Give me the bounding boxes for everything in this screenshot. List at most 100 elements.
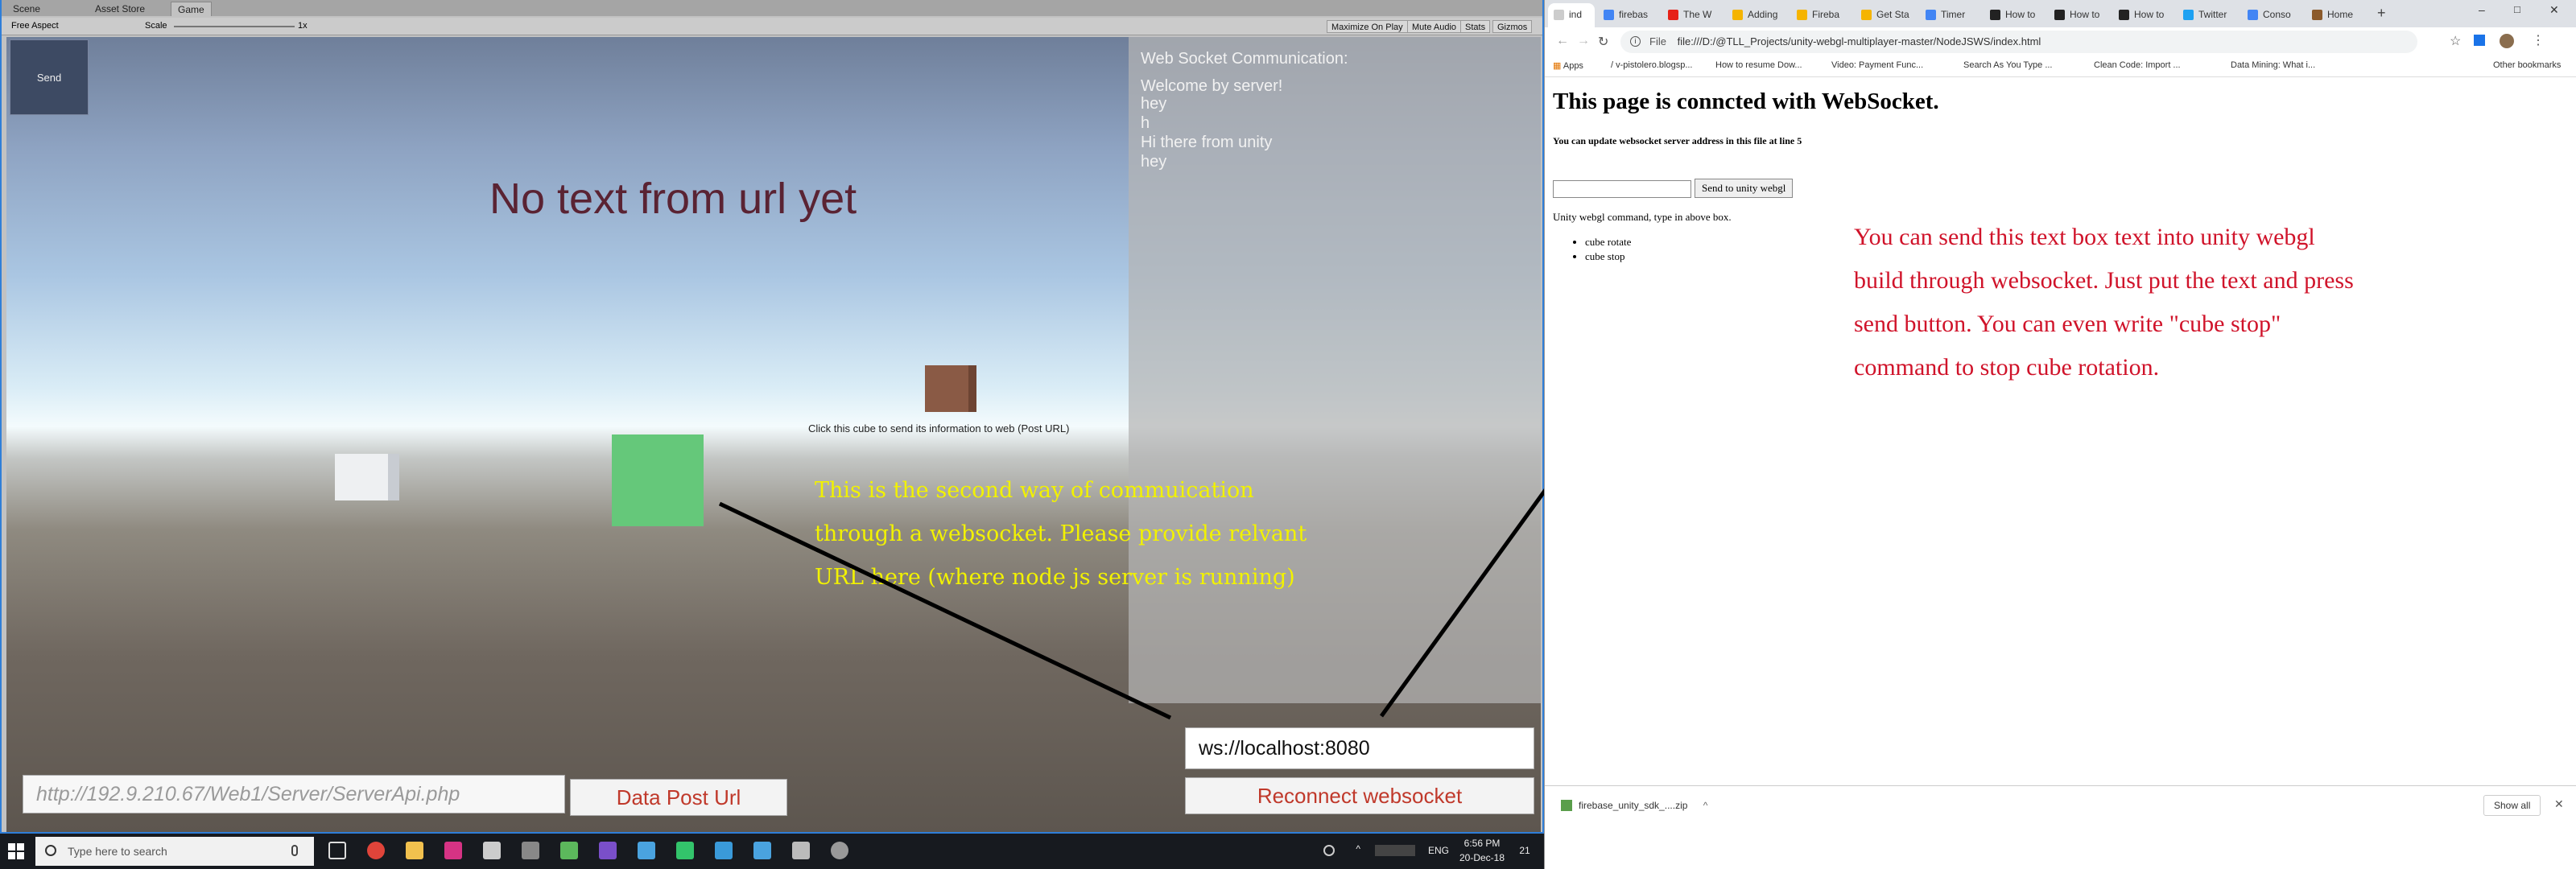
chrome-tab[interactable]: Fireba bbox=[1791, 3, 1854, 27]
mute-audio-button[interactable]: Mute Audio bbox=[1407, 20, 1462, 33]
send-to-unity-button[interactable]: Send to unity webgl bbox=[1695, 179, 1794, 198]
bookmark-label: Search As You Type ... bbox=[1963, 60, 2053, 70]
aspect-dropdown[interactable]: Free Aspect bbox=[11, 21, 59, 31]
spreadsheet-icon[interactable] bbox=[560, 842, 578, 859]
app-icon[interactable] bbox=[753, 842, 771, 859]
back-icon[interactable]: ← bbox=[1556, 34, 1569, 48]
bookmark-item[interactable]: Search As You Type ... bbox=[1963, 60, 2053, 70]
app-m-icon[interactable] bbox=[444, 842, 462, 859]
websocket-log-title: Web Socket Communication: bbox=[1141, 50, 1348, 68]
download-item[interactable]: firebase_unity_sdk_....zip ^ bbox=[1559, 796, 1707, 815]
app-icon[interactable] bbox=[676, 842, 694, 859]
maximize-on-play-button[interactable]: Maximize On Play bbox=[1327, 20, 1408, 33]
bookmark-item[interactable]: / v-pistolero.blogsp... bbox=[1611, 60, 1693, 70]
language-indicator[interactable]: ENG bbox=[1428, 845, 1449, 856]
stats-button[interactable]: Stats bbox=[1460, 20, 1491, 33]
tab-scene[interactable]: Scene bbox=[6, 2, 47, 16]
game-view-toolbar: Free Aspect Scale 1x Maximize On Play Mu… bbox=[2, 18, 1542, 35]
app-icon[interactable] bbox=[715, 842, 733, 859]
web-page-content: This page is conncted with WebSocket. Yo… bbox=[1545, 77, 2576, 785]
firebase-icon bbox=[1732, 10, 1743, 20]
tab-label: Conso bbox=[2263, 9, 2291, 20]
chrome-tab[interactable]: Timer bbox=[1920, 3, 1983, 27]
data-post-url-button[interactable]: Data Post Url bbox=[570, 779, 787, 816]
menu-icon[interactable]: ⋮ bbox=[2532, 32, 2545, 48]
bookmark-item[interactable]: Data Mining: What i... bbox=[2231, 60, 2315, 70]
scale-label: Scale bbox=[145, 21, 167, 31]
microphone-icon[interactable] bbox=[291, 845, 298, 856]
scale-slider[interactable] bbox=[174, 26, 295, 27]
message-text-box[interactable] bbox=[1553, 180, 1691, 198]
tab-game[interactable]: Game bbox=[171, 2, 212, 16]
chrome-tab[interactable]: How to bbox=[1984, 3, 2047, 27]
tab-asset-store[interactable]: Asset Store bbox=[89, 2, 151, 16]
other-bookmarks[interactable]: Other bookmarks bbox=[2493, 60, 2561, 70]
app-icon[interactable] bbox=[522, 842, 539, 859]
chevron-up-icon[interactable]: ^ bbox=[1356, 843, 1360, 855]
clock-date[interactable]: 20-Dec-18 bbox=[1457, 852, 1507, 863]
chrome-tab[interactable]: How to bbox=[2113, 3, 2176, 27]
reload-icon[interactable]: ↻ bbox=[1598, 34, 1608, 50]
profile-avatar[interactable] bbox=[2500, 34, 2514, 48]
show-all-button[interactable]: Show all bbox=[2483, 795, 2541, 816]
maximize-icon[interactable]: □ bbox=[2514, 3, 2520, 15]
new-tab-button[interactable]: + bbox=[2377, 5, 2386, 22]
visual-studio-icon[interactable] bbox=[599, 842, 617, 859]
google-icon bbox=[1604, 10, 1614, 20]
unity-taskbar-icon[interactable] bbox=[483, 842, 501, 859]
page-icon bbox=[1554, 10, 1564, 20]
annotation-red-note: build through websocket. Just put the te… bbox=[1854, 267, 2354, 294]
bookmark-apps[interactable]: ▦ Apps bbox=[1553, 60, 1583, 71]
gizmos-button[interactable]: Gizmos bbox=[1492, 20, 1533, 33]
tray-icons[interactable] bbox=[1375, 845, 1415, 856]
notification-count[interactable]: 21 bbox=[1513, 845, 1536, 856]
chrome-tab[interactable]: Get Sta bbox=[1856, 3, 1918, 27]
close-icon[interactable]: ✕ bbox=[2554, 797, 2564, 811]
extension-icon[interactable] bbox=[2474, 35, 2485, 46]
chrome-tab[interactable]: The W bbox=[1662, 3, 1725, 27]
bookmark-item[interactable]: How to resume Dow... bbox=[1715, 60, 1802, 70]
post-url-input[interactable]: http://192.9.210.67/Web1/Server/ServerAp… bbox=[23, 775, 565, 813]
chevron-up-icon[interactable]: ^ bbox=[1703, 800, 1708, 811]
chrome-taskbar-icon[interactable] bbox=[367, 842, 385, 859]
chrome-tab[interactable]: Conso bbox=[2242, 3, 2305, 27]
app-icon[interactable] bbox=[792, 842, 810, 859]
websocket-url-input[interactable]: ws://localhost:8080 bbox=[1185, 727, 1534, 769]
bookmark-item[interactable]: Video: Payment Func... bbox=[1831, 60, 1923, 70]
bookmark-label: How to resume Dow... bbox=[1715, 60, 1802, 70]
app-icon[interactable] bbox=[831, 842, 848, 859]
info-icon[interactable]: i bbox=[1630, 36, 1641, 47]
taskbar-search-box[interactable]: Type here to search bbox=[35, 837, 314, 866]
task-view-icon[interactable] bbox=[328, 842, 346, 859]
close-icon[interactable]: ✕ bbox=[2549, 3, 2559, 17]
forward-icon[interactable]: → bbox=[1577, 34, 1590, 48]
windows-start-icon[interactable] bbox=[8, 843, 24, 859]
chrome-tab[interactable]: Adding bbox=[1727, 3, 1790, 27]
file-explorer-icon[interactable] bbox=[406, 842, 423, 859]
google-icon bbox=[1926, 10, 1936, 20]
bookmark-star-icon[interactable]: ☆ bbox=[2450, 33, 2461, 49]
post-url-cube[interactable] bbox=[612, 434, 704, 526]
bookmark-item[interactable]: Clean Code: Import ... bbox=[2094, 60, 2181, 70]
chrome-tab[interactable]: Home bbox=[2306, 3, 2369, 27]
tab-label: How to bbox=[2005, 9, 2036, 20]
send-button[interactable]: Send bbox=[10, 39, 89, 115]
rotating-cube[interactable] bbox=[925, 365, 976, 412]
white-cube[interactable] bbox=[335, 454, 399, 500]
websocket-log-panel: Web Socket Communication: Welcome by ser… bbox=[1129, 37, 1541, 703]
page-title: This page is conncted with WebSocket. bbox=[1553, 89, 1939, 114]
chrome-tab[interactable]: Twitter bbox=[2178, 3, 2240, 27]
clock-time[interactable]: 6:56 PM bbox=[1457, 838, 1507, 849]
address-bar[interactable]: i File file:///D:/@TLL_Projects/unity-we… bbox=[1620, 31, 2417, 53]
minimize-icon[interactable]: – bbox=[2479, 3, 2485, 16]
chrome-tab[interactable]: firebas bbox=[1598, 3, 1661, 27]
google-icon bbox=[2248, 10, 2258, 20]
websocket-log-line: hey bbox=[1141, 153, 1167, 171]
annotation-websocket-note: This is the second way of commuication bbox=[815, 478, 1254, 503]
reconnect-websocket-button[interactable]: Reconnect websocket bbox=[1185, 777, 1534, 814]
chrome-tab[interactable]: How to bbox=[2049, 3, 2112, 27]
app-icon[interactable] bbox=[638, 842, 655, 859]
people-icon[interactable] bbox=[1323, 845, 1335, 856]
chrome-tab-active[interactable]: ind bbox=[1548, 3, 1595, 27]
list-item: cube stop bbox=[1585, 249, 1631, 264]
